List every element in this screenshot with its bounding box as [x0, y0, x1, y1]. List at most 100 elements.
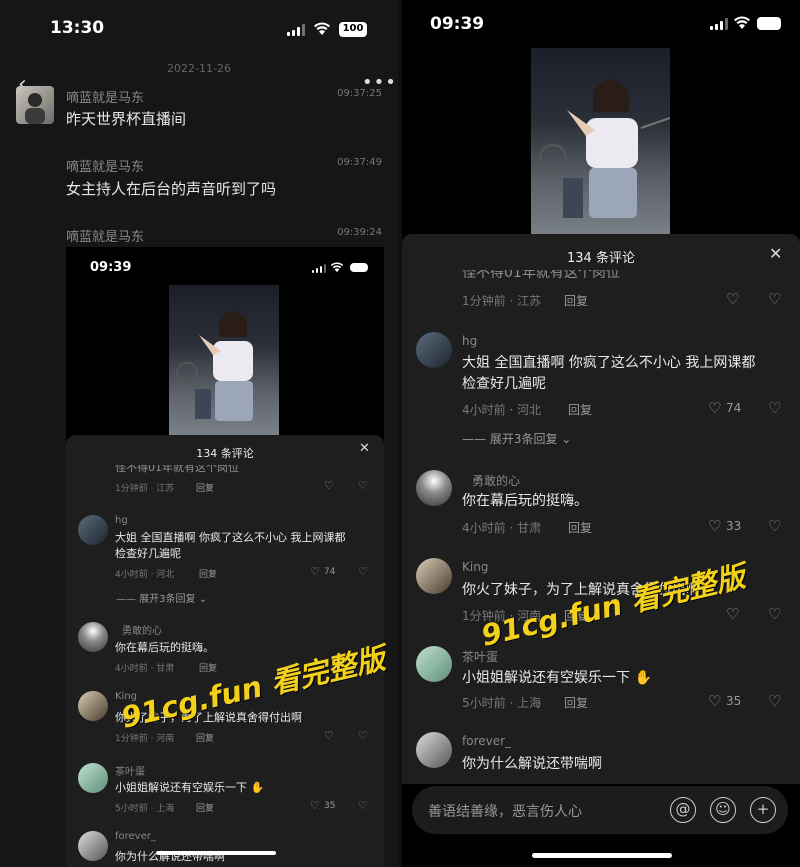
battery-icon	[350, 263, 368, 272]
comment-username[interactable]: 茶叶蛋	[115, 763, 145, 778]
home-indicator	[156, 851, 276, 855]
comment-text: 你在幕后玩的挺嗨。	[462, 493, 588, 509]
close-icon[interactable]: ✕	[769, 244, 782, 263]
at-icon[interactable]: @	[670, 797, 696, 823]
avatar[interactable]	[416, 732, 452, 768]
signal-icon	[312, 264, 326, 273]
chat-date: 2022-11-26	[167, 62, 231, 75]
like-icon[interactable]: ♡	[708, 399, 721, 417]
comment-username[interactable]: hg	[462, 334, 477, 348]
reply-button[interactable]: 回复	[568, 401, 592, 418]
sender-name: 嘀蓝就是马东	[66, 160, 145, 175]
dislike-icon[interactable]: ♡	[358, 729, 368, 742]
comment-username[interactable]: 勇敢的心	[122, 622, 162, 637]
hand-emoji-icon: ✋	[250, 781, 265, 794]
chat-screen: 13:30 100 2022-11-26 ‹ ••• 嘀蓝就是马东 09:37:…	[0, 0, 398, 867]
dislike-icon[interactable]: ♡	[768, 399, 781, 417]
like-icon[interactable]: ♡	[310, 799, 320, 812]
comment-meta: 1分钟前 · 河南	[115, 734, 175, 744]
shared-screenshot-image[interactable]: 09:39 134 条评论 ✕ 怪不得01年就有这个岗位 1分钟前 · 江苏 回…	[66, 247, 384, 867]
expand-label: 展开3条回复	[489, 432, 558, 446]
dislike-icon[interactable]: ♡	[358, 479, 368, 492]
close-icon[interactable]: ✕	[359, 441, 370, 456]
battery-icon	[757, 17, 781, 30]
reply-button[interactable]: 回复	[568, 519, 592, 536]
avatar[interactable]	[416, 332, 452, 368]
comment-meta: 1分钟前 · 江苏	[462, 294, 542, 308]
comment-meta: 5小时前 · 上海	[462, 696, 542, 710]
battery-icon: 100	[339, 22, 367, 37]
reply-button[interactable]: 回复	[564, 292, 588, 309]
expand-label: 展开3条回复	[139, 594, 196, 605]
like-icon[interactable]: ♡	[324, 479, 334, 492]
comments-screen: 09:39 134 条评论 ✕ 怪不得01年就有这个岗位 1分钟前 · 江苏 回…	[402, 0, 800, 867]
like-icon[interactable]: ♡	[310, 565, 320, 578]
expand-replies-button[interactable]: —— 展开3条回复 ⌄	[116, 590, 207, 605]
comment-body: 小姐姐解说还有空娱乐一下	[462, 670, 630, 686]
comment-meta: 4小时前 · 河北	[115, 570, 175, 580]
wifi-icon	[734, 16, 750, 29]
like-count: 33	[726, 519, 742, 533]
comment-username[interactable]: 勇敢的心	[472, 472, 520, 489]
chevron-down-icon: ⌄	[195, 594, 208, 605]
avatar[interactable]	[78, 763, 108, 793]
comment-text-clipped: 怪不得01年就有这个岗位	[115, 461, 239, 474]
comment-meta: 4小时前 · 甘肃	[115, 664, 175, 674]
message-text[interactable]: 女主持人在后台的声音听到了吗	[66, 178, 276, 199]
like-icon[interactable]: ♡	[708, 692, 721, 710]
signal-icon	[710, 18, 728, 30]
comment-text: 你在幕后玩的挺嗨。	[115, 641, 214, 654]
comment-count-title: 134 条评论	[567, 251, 635, 266]
avatar[interactable]	[16, 86, 54, 124]
signal-icon	[287, 24, 305, 36]
comment-username[interactable]: forever_	[462, 734, 511, 748]
like-icon[interactable]: ♡	[708, 517, 721, 535]
avatar[interactable]	[78, 515, 108, 545]
message-time: 09:37:25	[337, 88, 382, 99]
like-icon[interactable]: ♡	[726, 605, 739, 623]
plus-icon[interactable]: +	[750, 797, 776, 823]
video-frame[interactable]	[531, 48, 670, 235]
comment-body: 小姐姐解说还有空娱乐一下	[115, 781, 247, 794]
comment-meta: 5小时前 · 上海	[115, 804, 175, 814]
dislike-icon[interactable]: ♡	[768, 517, 781, 535]
avatar[interactable]	[78, 691, 108, 721]
like-icon[interactable]: ♡	[324, 729, 334, 742]
message-text[interactable]: 昨天世界杯直播间	[66, 108, 186, 129]
comment-username[interactable]: King	[462, 560, 488, 574]
comment-username[interactable]: hg	[115, 515, 128, 526]
dislike-icon[interactable]: ♡	[358, 565, 368, 578]
avatar[interactable]	[416, 558, 452, 594]
comment-meta: 4小时前 · 甘肃	[462, 521, 542, 535]
avatar[interactable]	[416, 470, 452, 506]
dislike-icon[interactable]: ♡	[768, 290, 781, 308]
comment-input[interactable]: 善语结善缘，恶言伤人心 @ ☺ +	[412, 786, 788, 834]
wifi-icon	[314, 22, 330, 35]
reply-button[interactable]: 回复	[196, 731, 214, 744]
comment-text: 大姐 全国直播啊 你疯了这么不小心 我上网课都	[462, 355, 756, 371]
comment-text: 小姐姐解说还有空娱乐一下 ✋	[115, 779, 264, 795]
reply-button[interactable]: 回复	[199, 567, 217, 580]
dislike-icon[interactable]: ♡	[768, 692, 781, 710]
like-count: 35	[726, 694, 742, 708]
reply-button[interactable]: 回复	[564, 694, 588, 711]
comment-sheet: 134 条评论 ✕ 怪不得01年就有这个岗位 1分钟前 · 江苏 回复 ♡ ♡ …	[402, 234, 800, 784]
comment-meta: 4小时前 · 河北	[462, 403, 542, 417]
emoji-icon[interactable]: ☺	[710, 797, 736, 823]
sender-name: 嘀蓝就是马东	[66, 91, 145, 106]
dislike-icon[interactable]: ♡	[768, 605, 781, 623]
comment-text: 你为什么解说还带喘啊	[462, 756, 602, 772]
comment-username[interactable]: forever_	[115, 831, 156, 842]
video-frame[interactable]	[169, 285, 279, 435]
avatar[interactable]	[78, 831, 108, 861]
reply-button[interactable]: 回复	[196, 801, 214, 814]
home-indicator	[532, 853, 672, 858]
expand-replies-button[interactable]: —— 展开3条回复 ⌄	[462, 430, 571, 447]
like-icon[interactable]: ♡	[726, 290, 739, 308]
avatar[interactable]	[416, 646, 452, 682]
reply-button[interactable]: 回复	[196, 481, 214, 494]
reply-button[interactable]: 回复	[199, 661, 217, 674]
message-time: 09:37:49	[337, 157, 382, 168]
dislike-icon[interactable]: ♡	[358, 799, 368, 812]
avatar[interactable]	[78, 622, 108, 652]
